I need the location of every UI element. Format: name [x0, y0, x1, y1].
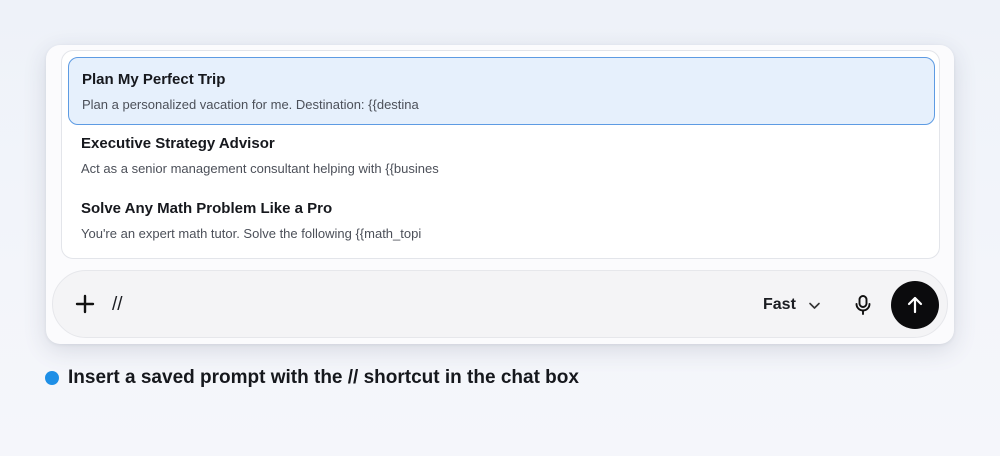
prompt-suggestion-description: Act as a senior management consultant he… — [81, 161, 439, 176]
model-select[interactable]: Fast — [755, 290, 827, 320]
plus-icon[interactable] — [75, 294, 95, 314]
chat-input[interactable] — [112, 292, 712, 318]
caption-text: Insert a saved prompt with the // shortc… — [68, 367, 579, 388]
caption-bullet — [45, 371, 59, 385]
microphone-icon[interactable] — [853, 294, 873, 316]
prompt-suggestion-item[interactable]: Solve Any Math Problem Like a Pro You're… — [68, 187, 935, 255]
arrow-up-icon — [907, 296, 923, 314]
chevron-down-icon — [809, 302, 820, 309]
prompt-suggestion-item[interactable]: Executive Strategy Advisor Act as a seni… — [68, 122, 935, 190]
prompt-suggestion-title: Solve Any Math Problem Like a Pro — [81, 200, 333, 217]
model-select-label: Fast — [763, 296, 796, 313]
prompt-suggestion-item[interactable]: Plan My Perfect Trip Plan a personalized… — [68, 57, 935, 125]
prompt-suggestion-title: Plan My Perfect Trip — [82, 71, 226, 88]
prompt-suggestion-title: Executive Strategy Advisor — [81, 135, 275, 152]
prompt-suggestion-description: You're an expert math tutor. Solve the f… — [81, 226, 422, 241]
prompt-suggestions-list: Plan My Perfect Trip Plan a personalized… — [61, 50, 940, 259]
send-button[interactable] — [891, 281, 939, 329]
prompt-suggestion-description: Plan a personalized vacation for me. Des… — [82, 97, 419, 112]
